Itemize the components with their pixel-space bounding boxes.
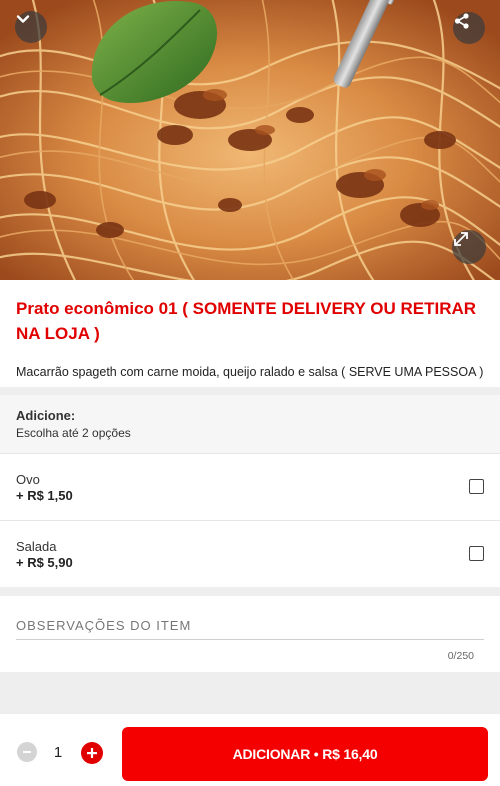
section-divider — [0, 387, 500, 395]
increase-quantity-button[interactable] — [81, 742, 103, 764]
share-icon — [454, 13, 469, 29]
expand-icon — [454, 232, 468, 246]
addon-option-price: + R$ 5,90 — [16, 555, 73, 570]
product-image — [0, 0, 500, 280]
addon-checkbox[interactable] — [469, 546, 484, 561]
addon-option-price: + R$ 1,50 — [16, 488, 73, 503]
section-divider — [0, 672, 500, 713]
spaghetti-illustration — [0, 0, 500, 280]
observations-counter: 0/250 — [447, 650, 474, 662]
back-button[interactable] — [15, 11, 47, 43]
plus-icon — [87, 748, 97, 758]
addons-subtitle: Escolha até 2 opções — [16, 426, 131, 440]
observations-section: 0/250 — [0, 596, 500, 672]
addon-option-salada[interactable]: Salada + R$ 5,90 — [0, 520, 500, 586]
addon-option-name: Salada — [16, 539, 57, 554]
addon-checkbox[interactable] — [469, 479, 484, 494]
product-info: Prato econômico 01 ( SOMENTE DELIVERY OU… — [0, 280, 500, 387]
order-footer: 1 ADICIONAR • R$ 16,40 — [0, 713, 500, 786]
share-button[interactable] — [453, 12, 485, 44]
addon-option-name: Ovo — [16, 472, 40, 487]
chevron-down-icon — [16, 15, 30, 23]
minus-icon — [23, 751, 31, 753]
addons-header: Adicione: Escolha até 2 opções — [0, 395, 500, 453]
section-divider — [0, 587, 500, 596]
decrease-quantity-button[interactable] — [17, 742, 37, 762]
expand-image-button[interactable] — [452, 230, 486, 264]
quantity-value: 1 — [53, 744, 63, 761]
add-to-cart-button[interactable]: ADICIONAR • R$ 16,40 — [122, 727, 488, 781]
observations-input[interactable] — [16, 618, 484, 640]
addons-title: Adicione: — [16, 408, 76, 423]
product-title: Prato econômico 01 ( SOMENTE DELIVERY OU… — [16, 299, 477, 343]
addon-option-ovo[interactable]: Ovo + R$ 1,50 — [0, 453, 500, 519]
product-description: Macarrão spageth com carne moida, queijo… — [16, 365, 484, 379]
